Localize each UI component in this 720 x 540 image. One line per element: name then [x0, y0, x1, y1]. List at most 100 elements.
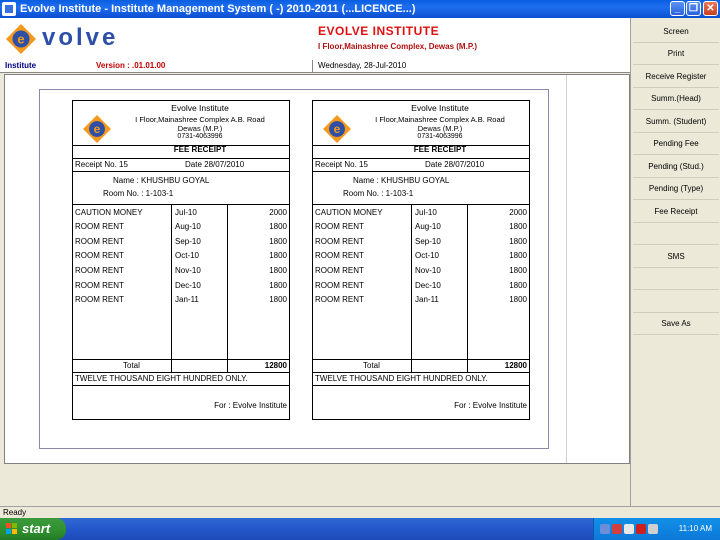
blank-button[interactable] — [633, 223, 719, 245]
clock: 11:10 AM — [678, 524, 712, 533]
table-row: ROOM RENT Dec-10 1800 — [315, 281, 527, 290]
fee-table: CAUTION MONEY Jul-10 2000 ROOM RENT Aug-10 1… — [313, 204, 529, 360]
receipt-header: e Evolve Institute I Floor,Mainashree Co… — [73, 101, 289, 146]
table-row: ROOM RENT Dec-10 1800 — [75, 281, 287, 290]
receipt-address-line1: I Floor,Mainashree Complex A.B. Road — [375, 115, 505, 124]
table-row: CAUTION MONEY Jul-10 2000 — [75, 208, 287, 217]
logo-wordmark: volve — [42, 24, 119, 51]
maximize-button[interactable]: ❐ — [686, 1, 701, 16]
save-as-button[interactable]: Save As — [633, 313, 719, 335]
evolve-e-icon: e — [323, 115, 351, 143]
table-row: ROOM RENT Aug-10 1800 — [315, 222, 527, 231]
screen-button[interactable]: Screen — [633, 21, 719, 43]
app-icon — [2, 2, 16, 16]
total-label: Total — [123, 361, 140, 370]
amount-in-words: TWELVE THOUSAND EIGHT HUNDRED ONLY. — [313, 372, 529, 386]
network-icon[interactable] — [600, 524, 610, 534]
evolve-e-icon: e — [83, 115, 111, 143]
minimize-button[interactable]: _ — [670, 1, 685, 16]
receipt-title: FEE RECEIPT — [413, 145, 467, 154]
receipt-number: Receipt No. 15 — [315, 160, 368, 169]
total-label: Total — [363, 361, 380, 370]
receive-register-button[interactable]: Receive Register — [633, 66, 719, 88]
table-row: ROOM RENT Sep-10 1800 — [315, 237, 527, 246]
table-row: ROOM RENT Aug-10 1800 — [75, 222, 287, 231]
student-name: Name : KHUSHBU GOYAL — [113, 176, 210, 185]
info-bar: Institute Version : .01.01.00 Wednesday,… — [0, 60, 630, 73]
divider — [411, 204, 412, 372]
divider — [312, 60, 313, 72]
receipt-address-line1: I Floor,Mainashree Complex A.B. Road — [135, 115, 265, 124]
report-preview[interactable]: e Evolve Institute I Floor,Mainashree Co… — [4, 74, 630, 464]
receipt-institute-name: Evolve Institute — [171, 103, 229, 113]
receipt-address-line2: Dewas (M.P.) — [177, 124, 223, 133]
fee-table: CAUTION MONEY Jul-10 2000 ROOM RENT Aug-10 1… — [73, 204, 289, 360]
tray-app-icon[interactable] — [612, 524, 622, 534]
table-row: ROOM RENT Jan-11 1800 — [75, 295, 287, 304]
pending-stud-button[interactable]: Pending (Stud.) — [633, 156, 719, 178]
divider — [566, 75, 567, 463]
summ-head-button[interactable]: Summ.(Head) — [633, 88, 719, 110]
student-info: Name : KHUSHBU GOYAL Room No. : 1-103-1 — [313, 172, 529, 205]
institute-label: Institute — [5, 61, 37, 70]
volume-icon[interactable] — [624, 524, 634, 534]
sms-button[interactable]: SMS — [633, 246, 719, 268]
total-value: 12800 — [264, 361, 287, 370]
antivirus-icon[interactable] — [636, 524, 646, 534]
app-header: e volve EVOLVE INSTITUTE I Floor,Mainash… — [0, 18, 630, 61]
pending-fee-button[interactable]: Pending Fee — [633, 133, 719, 155]
receipt-phone: 0731-4063996 — [177, 133, 223, 140]
summ-student-button[interactable]: Summ. (Student) — [633, 111, 719, 133]
amount-in-words: TWELVE THOUSAND EIGHT HUNDRED ONLY. — [73, 372, 289, 386]
start-label: start — [22, 521, 51, 536]
total-row: Total 12800 — [73, 359, 289, 373]
student-info: Name : KHUSHBU GOYAL Room No. : 1-103-1 — [73, 172, 289, 205]
student-name: Name : KHUSHBU GOYAL — [353, 176, 450, 185]
divider — [171, 204, 172, 372]
receipt-number: Receipt No. 15 — [75, 160, 128, 169]
table-row: ROOM RENT Oct-10 1800 — [315, 251, 527, 260]
receipt-institute-name: Evolve Institute — [411, 103, 469, 113]
report-actions-panel: Screen Print Receive Register Summ.(Head… — [630, 18, 720, 516]
tray-app-icon[interactable] — [648, 524, 658, 534]
receipt-date: Date 28/07/2010 — [425, 160, 485, 169]
receipt-signatory: For : Evolve Institute — [454, 401, 527, 410]
windows-flag-icon — [6, 523, 18, 535]
blank-button[interactable] — [633, 291, 719, 313]
table-row: CAUTION MONEY Jul-10 2000 — [315, 208, 527, 217]
close-button[interactable]: ✕ — [703, 1, 718, 16]
divider — [227, 204, 228, 372]
table-row: ROOM RENT Nov-10 1800 — [75, 266, 287, 275]
current-date: Wednesday, 28-Jul-2010 — [318, 61, 407, 70]
fee-receipt-button[interactable]: Fee Receipt — [633, 201, 719, 223]
receipt-title: FEE RECEIPT — [173, 145, 227, 154]
table-row: ROOM RENT Oct-10 1800 — [75, 251, 287, 260]
window-title-bar[interactable]: Evolve Institute - Institute Management … — [0, 0, 720, 18]
table-row: ROOM RENT Nov-10 1800 — [315, 266, 527, 275]
receipt-phone: 0731-4063996 — [417, 133, 463, 140]
table-row: ROOM RENT Sep-10 1800 — [75, 237, 287, 246]
blank-button[interactable] — [633, 268, 719, 290]
svg-text:e: e — [17, 32, 24, 47]
receipt-number-row: Receipt No. 15 Date 28/07/2010 — [73, 158, 289, 172]
start-button[interactable]: start — [0, 518, 66, 540]
pending-type-button[interactable]: Pending (Type) — [633, 178, 719, 200]
total-row: Total 12800 — [313, 359, 529, 373]
fee-receipt-copy-1: e Evolve Institute I Floor,Mainashree Co… — [72, 100, 290, 420]
table-row: ROOM RENT Jan-11 1800 — [315, 295, 527, 304]
receipt-address-line2: Dewas (M.P.) — [417, 124, 463, 133]
evolve-e-icon: e — [6, 24, 36, 54]
room-number: Room No. : 1-103-1 — [343, 189, 414, 198]
svg-text:e: e — [334, 122, 341, 136]
taskbar: start 11:10 AM — [0, 518, 720, 540]
total-value: 12800 — [504, 361, 527, 370]
room-number: Room No. : 1-103-1 — [103, 189, 174, 198]
receipt-signatory: For : Evolve Institute — [214, 401, 287, 410]
divider — [467, 204, 468, 372]
report-page: e Evolve Institute I Floor,Mainashree Co… — [39, 89, 549, 449]
print-button[interactable]: Print — [633, 43, 719, 65]
receipt-number-row: Receipt No. 15 Date 28/07/2010 — [313, 158, 529, 172]
fee-receipt-copy-2: e Evolve Institute I Floor,Mainashree Co… — [312, 100, 530, 420]
receipt-header: e Evolve Institute I Floor,Mainashree Co… — [313, 101, 529, 146]
receipt-date: Date 28/07/2010 — [185, 160, 245, 169]
